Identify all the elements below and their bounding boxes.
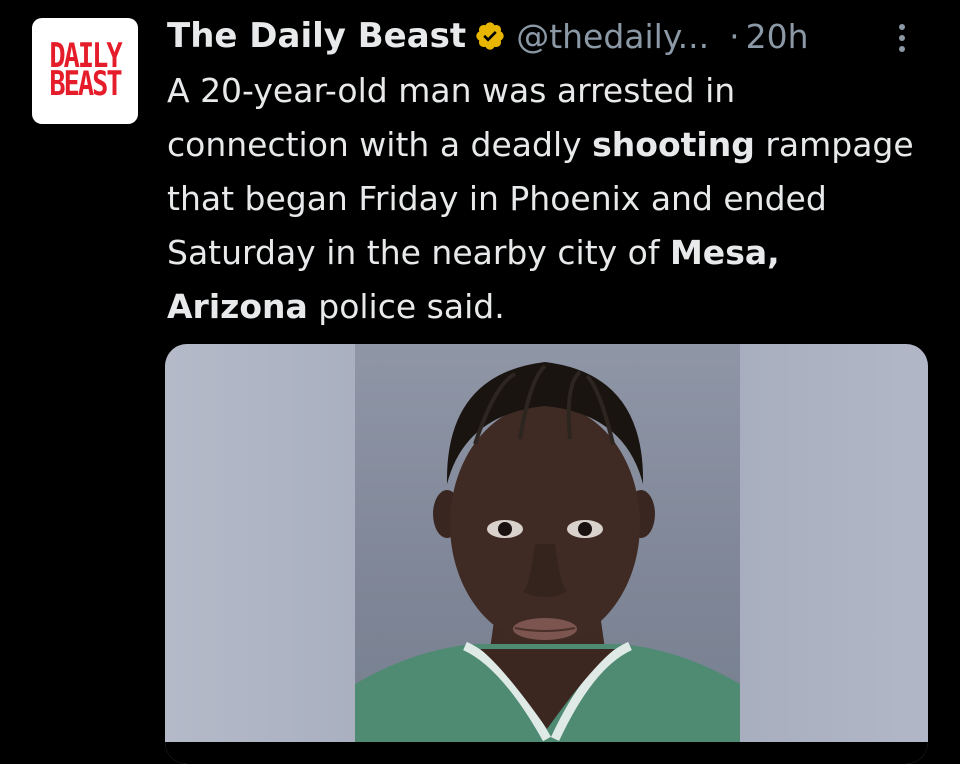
separator-dot: · — [729, 16, 740, 56]
verified-badge-icon — [474, 20, 506, 52]
logo-line-2: BEAST — [49, 65, 122, 104]
tweet-text-part-3: police said. — [307, 287, 505, 326]
tweet-header: The Daily Beast @thedaily... · 20h — [167, 12, 927, 60]
tweet-media-image[interactable] — [165, 344, 928, 764]
mugshot-photo — [355, 344, 740, 744]
tweet-timestamp[interactable]: 20h — [746, 17, 809, 56]
media-bottom-bar — [165, 742, 928, 764]
author-handle[interactable]: @thedaily... — [516, 17, 709, 56]
avatar[interactable]: DAILY BEAST — [32, 18, 138, 124]
tweet-text: A 20-year-old man was arrested in connec… — [167, 64, 927, 334]
more-vertical-icon[interactable] — [890, 16, 914, 60]
tweet-text-bold-1: shooting — [592, 125, 755, 164]
author-name[interactable]: The Daily Beast — [167, 16, 466, 56]
